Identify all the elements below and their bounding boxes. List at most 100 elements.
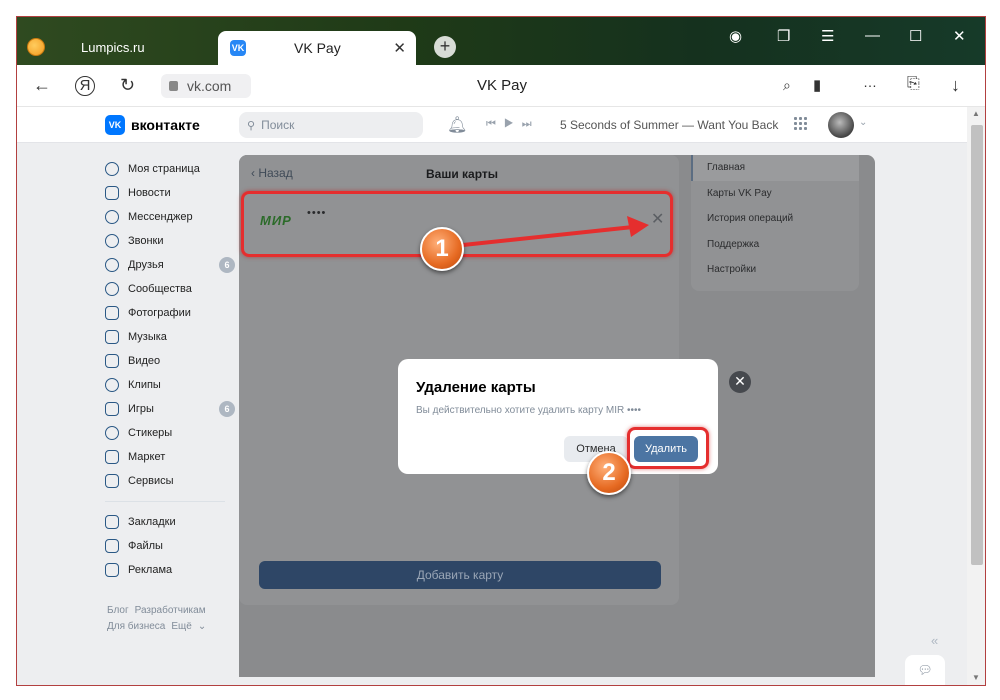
tab-title: VK Pay (294, 40, 341, 56)
menu-item-label: Моя страница (128, 163, 200, 175)
menu-item-messenger[interactable]: Мессенджер (105, 205, 235, 229)
nav-item-main[interactable]: Главная (691, 155, 859, 181)
menu-item-services[interactable]: Сервисы (105, 469, 235, 493)
tab-vkpay[interactable]: VK VK Pay ✕ (218, 31, 416, 65)
more-icon[interactable]: … (863, 74, 877, 90)
menu-item-communities[interactable]: Сообщества (105, 277, 235, 301)
collections-icon[interactable]: ❐ (777, 27, 790, 45)
services-icon (105, 474, 119, 488)
dialog-message: Вы действительно хотите удалить карту MI… (416, 405, 642, 416)
menu-item-music[interactable]: Музыка (105, 325, 235, 349)
dialog-title: Удаление карты (416, 379, 536, 396)
footer-link-more[interactable]: Ещё (171, 621, 191, 632)
apps-grid-icon[interactable] (794, 117, 808, 131)
menu-item-label: Звонки (128, 235, 164, 247)
tab-bar: Lumpics.ru VK VK Pay ✕ + ◉ ❐ ☰ — ☐ ✕ (17, 17, 985, 65)
menu-item-label: Игры (128, 403, 154, 415)
menu-item-games[interactable]: Игры 6 (105, 397, 235, 421)
vkpay-nav: Главная Карты VK Pay История операций По… (691, 155, 859, 291)
menu-item-label: Клипы (128, 379, 161, 391)
step-2-badge: 2 (587, 451, 631, 495)
nav-item-settings[interactable]: Настройки (691, 257, 859, 283)
chat-icon: 💬︎ (917, 663, 933, 677)
menu-item-my-page[interactable]: Моя страница (105, 157, 235, 181)
clips-icon (105, 378, 119, 392)
stickers-icon (105, 426, 119, 440)
friends-icon (105, 258, 119, 272)
menu-item-label: Мессенджер (128, 211, 193, 223)
player-controls[interactable]: ⏮▶⏭ (486, 118, 540, 131)
notifications-bell-icon[interactable]: 🔔︎ (447, 115, 467, 135)
menu-item-news[interactable]: Новости (105, 181, 235, 205)
phone-icon (105, 234, 119, 248)
menu-item-calls[interactable]: Звонки (105, 229, 235, 253)
close-window-icon[interactable]: ✕ (953, 27, 966, 45)
menu-item-label: Файлы (128, 540, 163, 552)
nav-item-cards[interactable]: Карты VK Pay (691, 181, 859, 207)
menu-item-label: Стикеры (128, 427, 173, 439)
reader-icon[interactable]: ⎘ (907, 75, 920, 93)
footer-link-blog[interactable]: Блог (107, 605, 129, 616)
footer-link-business[interactable]: Для бизнеса (107, 621, 165, 632)
menu-item-label: Закладки (128, 516, 176, 528)
communities-icon (105, 282, 119, 296)
menu-item-photos[interactable]: Фотографии (105, 301, 235, 325)
menu-item-ads[interactable]: Реклама (105, 558, 235, 582)
chevron-down-icon[interactable]: ⌄ (859, 117, 867, 128)
left-menu: Моя страница Новости Мессенджер Звонки Д… (105, 157, 235, 582)
tab-lumpics[interactable]: Lumpics.ru (17, 29, 217, 65)
menu-item-video[interactable]: Видео (105, 349, 235, 373)
collapse-icon[interactable]: « (931, 633, 938, 648)
vk-logo-icon: VK (105, 115, 125, 135)
menu-item-files[interactable]: Файлы (105, 534, 235, 558)
new-tab-button[interactable]: + (434, 36, 456, 58)
menu-item-label: Реклама (128, 564, 173, 576)
scrollbar-thumb[interactable] (971, 125, 983, 565)
add-card-button[interactable]: Добавить карту (259, 561, 661, 589)
nav-item-support[interactable]: Поддержка (691, 232, 859, 258)
menu-item-friends[interactable]: Друзья 6 (105, 253, 235, 277)
menu-item-clips[interactable]: Клипы (105, 373, 235, 397)
vk-logo[interactable]: VK вконтакте (105, 115, 200, 135)
footer-link-developers[interactable]: Разработчикам (135, 605, 206, 616)
files-icon (105, 539, 119, 553)
maximize-icon[interactable]: ☐ (909, 27, 922, 45)
search-icon: ⚲ (247, 119, 256, 132)
menu-item-label: Сообщества (128, 283, 192, 295)
message-icon (105, 210, 119, 224)
minimize-icon[interactable]: — (865, 27, 880, 44)
scroll-down-icon[interactable]: ▼ (972, 673, 980, 682)
menu-item-label: Маркет (128, 451, 166, 463)
search-input[interactable]: ⚲ Поиск (239, 112, 423, 138)
menu-item-label: Сервисы (128, 475, 174, 487)
panel-title: Ваши карты (425, 167, 499, 181)
bookmarks-icon (105, 515, 119, 529)
close-tab-icon[interactable]: ✕ (393, 39, 406, 57)
menu-item-market[interactable]: Маркет (105, 445, 235, 469)
menu-icon[interactable]: ☰ (821, 27, 834, 45)
lumpics-favicon-icon (27, 38, 45, 56)
tab-title: Lumpics.ru (81, 39, 145, 55)
avatar[interactable] (828, 112, 854, 138)
close-dialog-icon[interactable]: ✕ (729, 371, 751, 393)
browser-window: Lumpics.ru VK VK Pay ✕ + ◉ ❐ ☰ — ☐ ✕ ← Я… (16, 16, 986, 686)
page-scrollbar[interactable]: ▲ ▼ (967, 107, 985, 685)
address-bar: ← Я ↻ vk.com VK Pay ⌕ ▮ … ⎘ ↓ (17, 65, 985, 107)
menu-item-label: Новости (128, 187, 171, 199)
menu-item-bookmarks[interactable]: Закладки (105, 510, 235, 534)
now-playing-track[interactable]: 5 Seconds of Summer — Want You Back (560, 118, 778, 132)
step-1-badge: 1 (420, 227, 464, 271)
menu-divider (105, 501, 225, 502)
vk-header: VK вконтакте ⚲ Поиск 🔔︎ ⏮▶⏭ 5 Seconds of… (17, 107, 967, 143)
profile-avatar-icon[interactable]: ◉ (729, 27, 742, 45)
ads-icon (105, 563, 119, 577)
comments-icon[interactable]: ⌕ (783, 77, 791, 94)
scroll-up-icon[interactable]: ▲ (972, 109, 980, 118)
nav-item-history[interactable]: История операций (691, 206, 859, 232)
download-icon[interactable]: ↓ (951, 75, 960, 96)
menu-item-stickers[interactable]: Стикеры (105, 421, 235, 445)
chat-button[interactable]: 💬︎ (905, 655, 945, 685)
bookmark-icon[interactable]: ▮ (813, 76, 821, 94)
page-title: VK Pay (476, 77, 528, 94)
chevron-down-icon: ⌄ (197, 621, 207, 632)
